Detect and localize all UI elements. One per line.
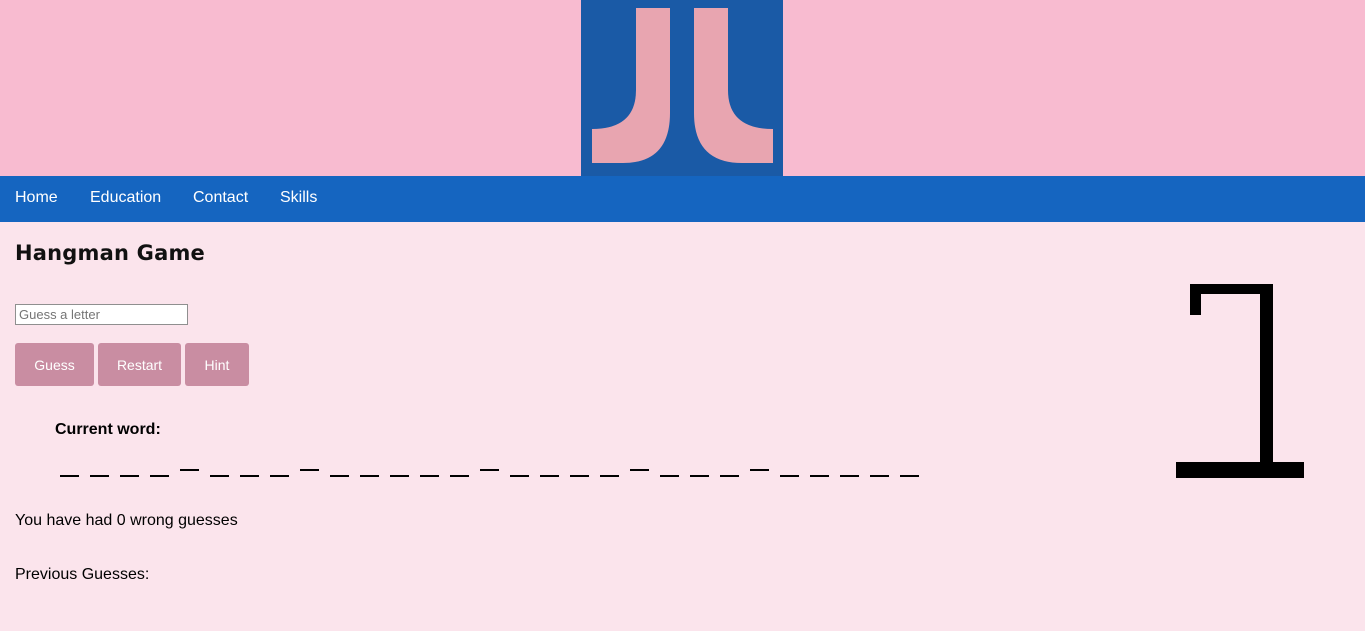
letter-blank	[360, 475, 379, 477]
letter-blank	[780, 475, 799, 477]
gallows-pole	[1260, 284, 1273, 470]
letter-blank	[900, 475, 919, 477]
letter-blank	[270, 475, 289, 477]
restart-button[interactable]: Restart	[98, 343, 181, 386]
nav-skills-link[interactable]: Skills	[280, 189, 317, 207]
wrong-guesses-status: You have had 0 wrong guesses	[15, 512, 238, 529]
guess-button[interactable]: Guess	[15, 343, 94, 386]
word-space-marker	[630, 469, 649, 471]
letter-blank	[60, 475, 79, 477]
jl-logo	[581, 0, 783, 176]
gallows-beam	[1190, 284, 1273, 294]
hangman-gallows-drawing	[1176, 284, 1304, 478]
letter-blank	[210, 475, 229, 477]
word-space-marker	[480, 469, 499, 471]
letter-blank	[510, 475, 529, 477]
word-space-marker	[180, 469, 199, 471]
letter-blank	[90, 475, 109, 477]
letter-blank	[150, 475, 169, 477]
letter-blank	[660, 475, 679, 477]
page-title: Hangman Game	[15, 241, 205, 265]
letter-blank	[840, 475, 859, 477]
word-space-marker	[750, 469, 769, 471]
previous-guesses-label: Previous Guesses:	[15, 566, 150, 583]
letter-blank	[600, 475, 619, 477]
nav-education-link[interactable]: Education	[90, 189, 161, 207]
letter-blank	[720, 475, 739, 477]
letter-blank	[420, 475, 439, 477]
letter-blank	[570, 475, 589, 477]
nav-contact-link[interactable]: Contact	[193, 189, 248, 207]
letter-blank	[540, 475, 559, 477]
letter-blank	[870, 475, 889, 477]
current-word-label: Current word:	[55, 421, 161, 438]
letter-blank	[120, 475, 139, 477]
letter-blank	[330, 475, 349, 477]
letter-blank	[390, 475, 409, 477]
gallows-rope	[1190, 284, 1201, 315]
hint-button[interactable]: Hint	[185, 343, 249, 386]
letter-blank	[810, 475, 829, 477]
current-word-display	[60, 458, 940, 480]
gallows-base	[1176, 462, 1304, 478]
guess-letter-input[interactable]	[15, 304, 188, 325]
letter-blank	[450, 475, 469, 477]
header-banner	[0, 0, 1365, 176]
main-navbar: Home Education Contact Skills	[0, 176, 1365, 222]
nav-home-link[interactable]: Home	[15, 189, 58, 207]
word-space-marker	[300, 469, 319, 471]
letter-blank	[690, 475, 709, 477]
letter-blank	[240, 475, 259, 477]
